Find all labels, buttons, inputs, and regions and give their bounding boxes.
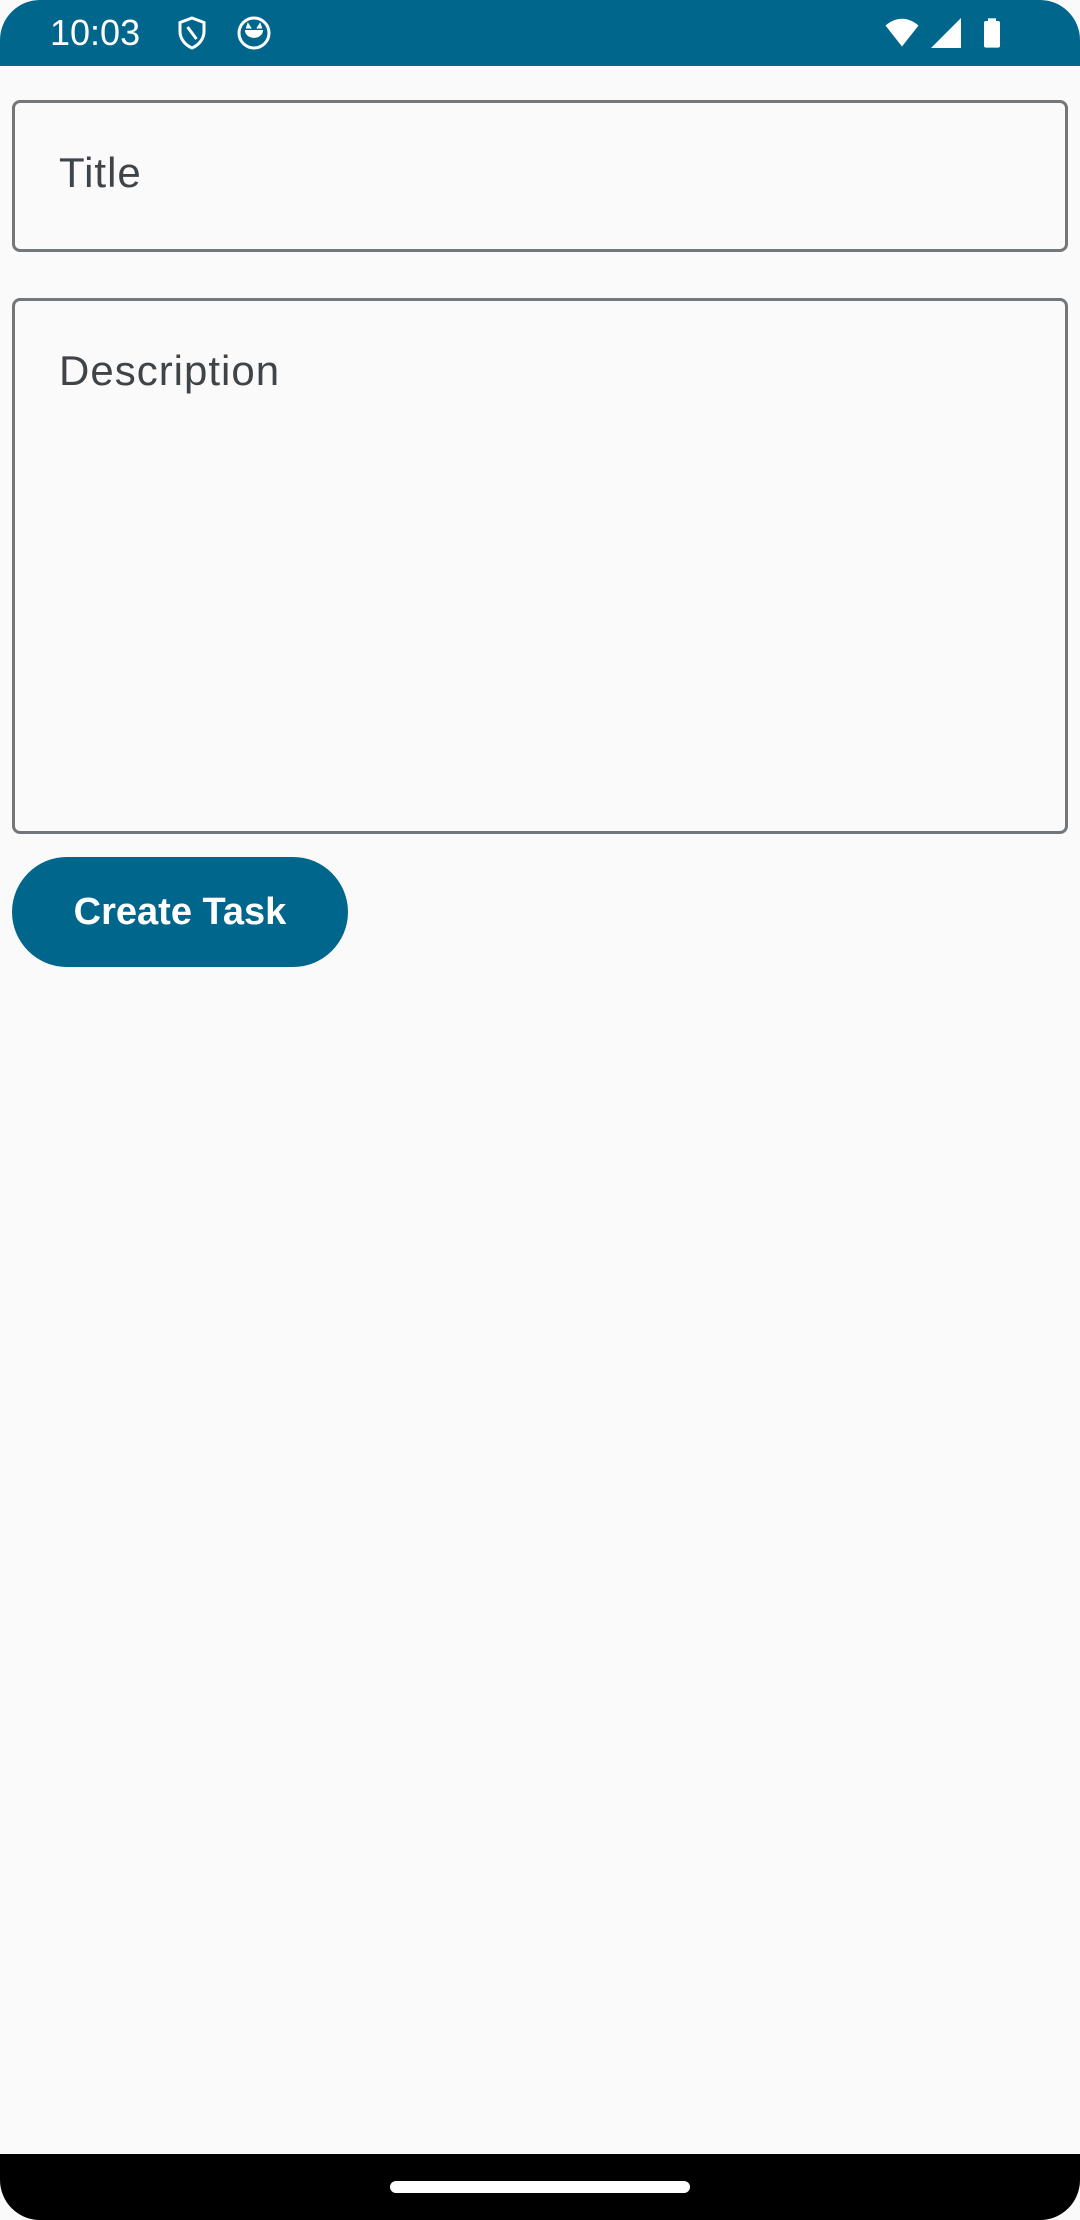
battery-icon bbox=[976, 15, 1008, 51]
wifi-icon bbox=[880, 15, 924, 51]
create-task-screen: 10:03 Title Description Create Task bbox=[0, 0, 1080, 2220]
cellular-signal-icon bbox=[928, 15, 964, 51]
description-input[interactable]: Description bbox=[12, 298, 1068, 834]
home-gesture-handle[interactable] bbox=[390, 2181, 690, 2193]
description-placeholder: Description bbox=[59, 347, 281, 394]
status-bar: 10:03 bbox=[0, 0, 1080, 66]
title-input[interactable]: Title bbox=[12, 100, 1068, 252]
create-task-button[interactable]: Create Task bbox=[12, 857, 348, 967]
shield-icon bbox=[174, 15, 210, 51]
status-time: 10:03 bbox=[50, 12, 141, 53]
cat-face-icon bbox=[236, 15, 272, 51]
title-placeholder: Title bbox=[59, 149, 142, 196]
